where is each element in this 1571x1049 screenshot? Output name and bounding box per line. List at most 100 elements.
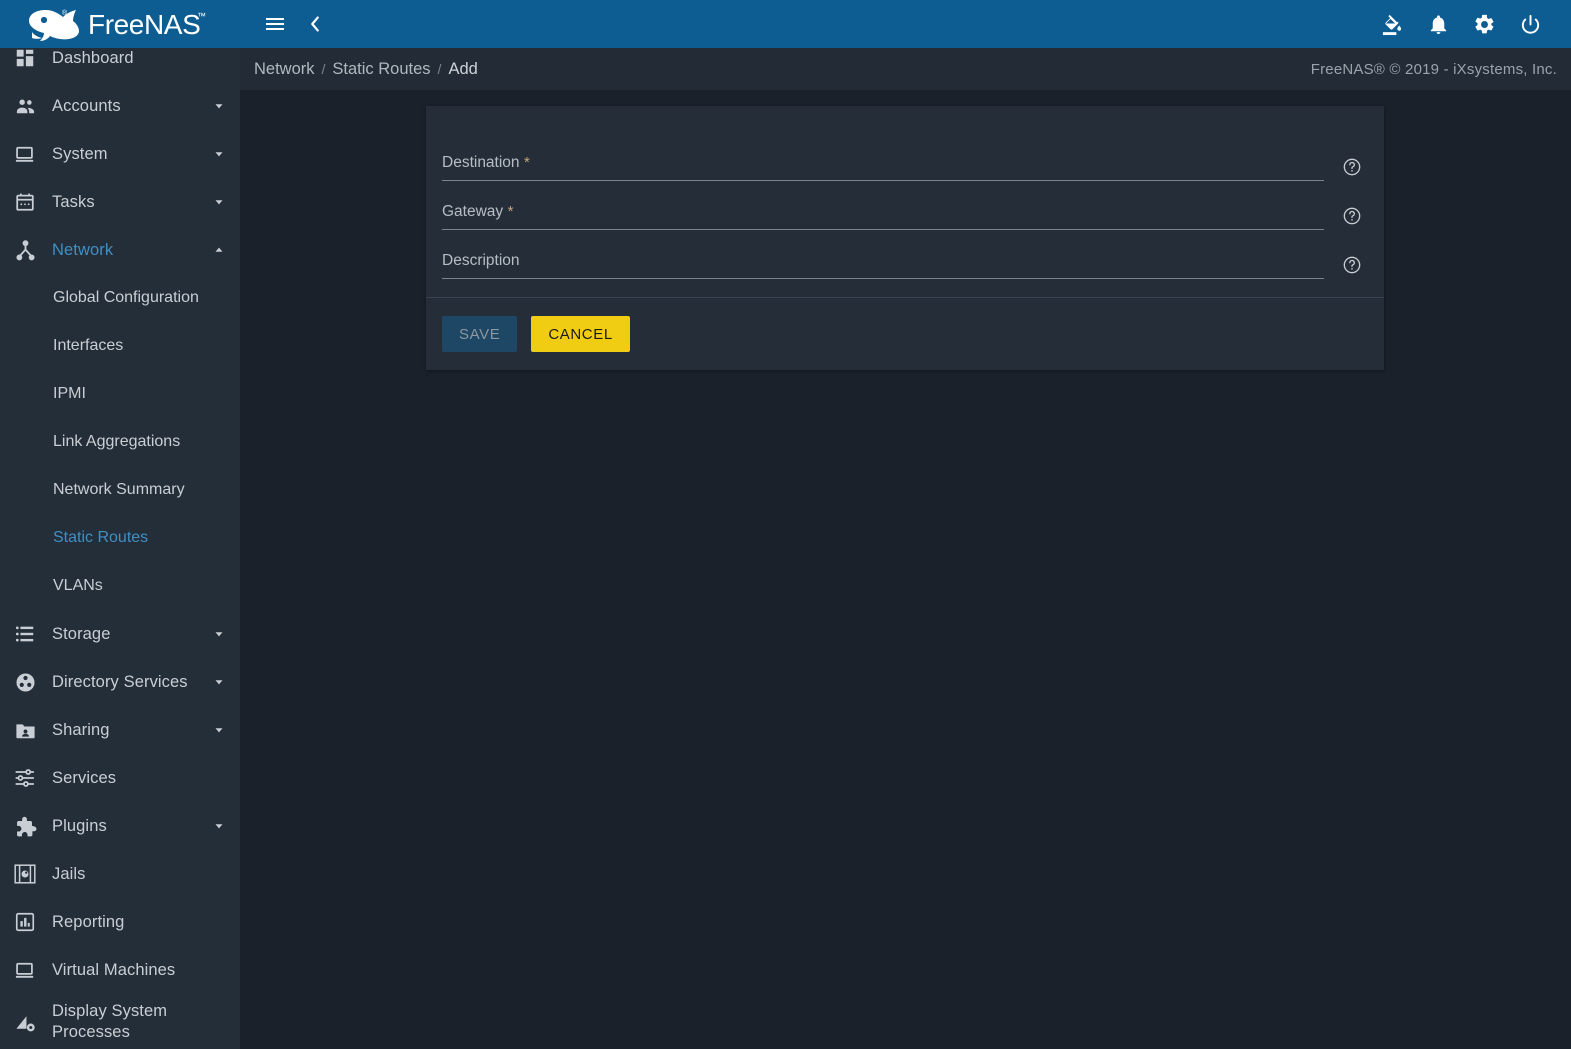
system-icon <box>12 141 38 167</box>
jails-icon <box>12 861 38 887</box>
sidebar-item-label: Directory Services <box>52 672 188 691</box>
save-button[interactable]: SAVE <box>442 316 518 352</box>
sidebar-subitem-label: Static Routes <box>53 529 149 546</box>
sidebar-item-label: Plugins <box>52 816 107 835</box>
chevron-left-icon[interactable] <box>296 5 334 43</box>
sidebar-item-label: Services <box>52 768 117 787</box>
sidebar-subitem-label: Global Configuration <box>53 289 199 306</box>
required-asterisk: * <box>524 154 530 171</box>
display-system-processes-icon <box>12 1009 38 1035</box>
top-bar: FreeNAS ™ ® <box>0 0 1571 48</box>
breadcrumb-item-add: Add <box>448 59 478 78</box>
help-icon[interactable] <box>1342 206 1362 226</box>
gateway-label: Gateway <box>442 203 504 220</box>
sidebar-subitem-label: Interfaces <box>53 337 124 354</box>
sidebar-item-ipmi[interactable]: IPMI <box>0 370 240 418</box>
gateway-input[interactable]: Gateway * <box>442 203 1324 230</box>
chevron-down-icon <box>212 723 226 737</box>
sidebar-item-link-aggregations[interactable]: Link Aggregations <box>0 418 240 466</box>
tasks-icon <box>12 189 38 215</box>
sidebar-item-label: Display System Processes <box>52 1002 168 1041</box>
sidebar-item-label: Reporting <box>52 912 125 931</box>
power-icon[interactable] <box>1513 7 1547 41</box>
sidebar-item-global-configuration[interactable]: Global Configuration <box>0 274 240 322</box>
field-row-destination: Destination * <box>442 132 1368 181</box>
help-icon[interactable] <box>1342 157 1362 177</box>
sidebar-item-system[interactable]: System <box>0 130 240 178</box>
chevron-down-icon <box>212 627 226 641</box>
sidebar-item-interfaces[interactable]: Interfaces <box>0 322 240 370</box>
breadcrumb-item-static-routes[interactable]: Static Routes <box>328 60 434 79</box>
sidebar-item-static-routes[interactable]: Static Routes <box>0 514 240 562</box>
sidebar-item-storage[interactable]: Storage <box>0 610 240 658</box>
sidebar-item-label: Virtual Machines <box>52 960 176 979</box>
dashboard-icon <box>12 45 38 71</box>
plugins-icon <box>12 813 38 839</box>
directory-services-icon <box>12 669 38 695</box>
chevron-down-icon <box>212 675 226 689</box>
sidebar-item-label: Dashboard <box>52 48 134 67</box>
sidebar-item-tasks[interactable]: Tasks <box>0 178 240 226</box>
description-input[interactable]: Description <box>442 252 1324 279</box>
main-content: Destination * Gateway * Description SAVE… <box>240 90 1571 1049</box>
sidebar-subitem-label: VLANs <box>53 577 103 594</box>
sidebar-subitem-label: Network Summary <box>53 481 185 498</box>
sidebar-item-label: Accounts <box>52 96 121 115</box>
sidebar-subitem-label: IPMI <box>53 385 86 402</box>
cancel-button[interactable]: CANCEL <box>531 316 630 352</box>
storage-icon <box>12 621 38 647</box>
menu-icon[interactable] <box>256 5 294 43</box>
copyright-text: FreeNAS® © 2019 - iXsystems, Inc. <box>1310 60 1557 78</box>
form-fields: Destination * Gateway * Description <box>426 106 1384 297</box>
gear-icon[interactable] <box>1467 7 1501 41</box>
sidebar-item-directory-services[interactable]: Directory Services <box>0 658 240 706</box>
network-icon <box>12 237 38 263</box>
sidebar-item-display-system-processes[interactable]: Display System Processes <box>0 994 240 1049</box>
description-label: Description <box>442 252 520 269</box>
reporting-icon <box>12 909 38 935</box>
top-bar-actions <box>1375 7 1571 41</box>
sidebar-item-label: System <box>52 144 108 163</box>
breadcrumb-item-network[interactable]: Network <box>250 60 319 79</box>
svg-text:FreeNAS: FreeNAS <box>88 9 200 40</box>
sidebar-item-label: Sharing <box>52 720 110 739</box>
sidebar-item-sharing[interactable]: Sharing <box>0 706 240 754</box>
destination-label: Destination <box>442 154 520 171</box>
bell-icon[interactable] <box>1421 7 1455 41</box>
chevron-down-icon <box>212 819 226 833</box>
sidebar-item-label: Storage <box>52 624 111 643</box>
sidebar-item-vlans[interactable]: VLANs <box>0 562 240 610</box>
help-icon[interactable] <box>1342 255 1362 275</box>
sidebar-item-label: Network <box>52 240 114 259</box>
chevron-down-icon <box>212 99 226 113</box>
services-icon <box>12 765 38 791</box>
static-route-add-card: Destination * Gateway * Description SAVE… <box>426 106 1384 370</box>
chevron-down-icon <box>212 147 226 161</box>
breadcrumb-separator: / <box>437 61 442 77</box>
destination-input[interactable]: Destination * <box>442 154 1324 181</box>
sidebar-item-label: Tasks <box>52 192 95 211</box>
breadcrumb: Network / Static Routes / Add <box>250 60 482 79</box>
theme-fill-icon[interactable] <box>1375 7 1409 41</box>
sidebar-subitem-label: Link Aggregations <box>53 433 181 450</box>
sidebar[interactable]: Dashboard Accounts System Tasks Network … <box>0 34 240 1049</box>
breadcrumb-separator: / <box>321 61 326 77</box>
chevron-up-icon <box>212 243 226 257</box>
sidebar-item-jails[interactable]: Jails <box>0 850 240 898</box>
sidebar-item-services[interactable]: Services <box>0 754 240 802</box>
svg-text:™: ™ <box>197 11 206 21</box>
sidebar-item-virtual-machines[interactable]: Virtual Machines <box>0 946 240 994</box>
accounts-icon <box>12 93 38 119</box>
sidebar-item-plugins[interactable]: Plugins <box>0 802 240 850</box>
breadcrumb-bar: Network / Static Routes / Add FreeNAS® ©… <box>240 48 1571 90</box>
sidebar-item-label: Jails <box>52 864 86 883</box>
form-actions: SAVE CANCEL <box>426 298 1384 370</box>
sidebar-item-accounts[interactable]: Accounts <box>0 82 240 130</box>
brand-logo[interactable]: FreeNAS ™ ® <box>0 0 240 48</box>
sidebar-item-network[interactable]: Network <box>0 226 240 274</box>
freenas-logo-icon: FreeNAS ™ ® <box>29 9 206 41</box>
field-row-description: Description <box>442 230 1368 279</box>
virtual-machines-icon <box>12 957 38 983</box>
sidebar-item-reporting[interactable]: Reporting <box>0 898 240 946</box>
sidebar-item-network-summary[interactable]: Network Summary <box>0 466 240 514</box>
